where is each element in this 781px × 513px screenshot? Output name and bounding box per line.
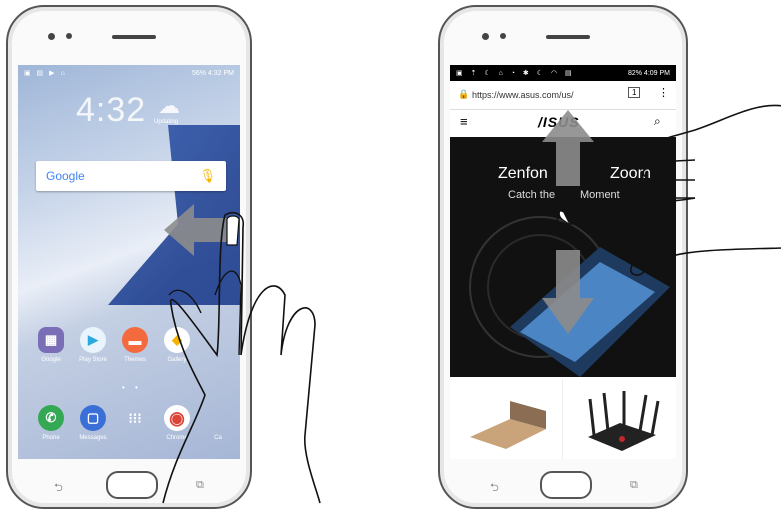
- app-label-messages: Messages: [79, 435, 107, 441]
- google-search-bar[interactable]: Google 🎙: [36, 161, 226, 191]
- app-icon-messages[interactable]: ▢: [80, 405, 106, 431]
- home-button[interactable]: [540, 471, 592, 499]
- app-label-phone: Phone: [42, 435, 60, 441]
- app-label-themes: Themes: [124, 357, 146, 363]
- app-icon-play-store[interactable]: ▶: [80, 327, 106, 353]
- status-icons-left: ▣ ▤ ▶ ⌂: [24, 70, 67, 77]
- recent-apps-icon[interactable]: ⧉: [630, 479, 638, 492]
- app-label-google: Google: [41, 357, 61, 363]
- app-icon-themes[interactable]: ▬: [122, 327, 148, 353]
- google-logo: Google: [46, 169, 85, 183]
- product-tile-laptop[interactable]: [450, 379, 563, 459]
- status-icons-left: ▣ ⇡ ☾ ⌂ ◔ ✱ ☾ ◠ ▤: [456, 70, 575, 77]
- sensor-icon: [66, 33, 72, 39]
- tab-switcher-button[interactable]: 1: [628, 87, 641, 98]
- menu-icon[interactable]: ⋮: [658, 86, 669, 99]
- mic-icon[interactable]: 🎙: [199, 168, 216, 184]
- router-icon: [588, 391, 660, 451]
- lock-icon: 🔒: [458, 89, 470, 99]
- clock-widget[interactable]: 4:32: [76, 91, 146, 130]
- earpiece: [546, 35, 590, 39]
- back-icon[interactable]: ⮌: [490, 479, 499, 498]
- back-icon[interactable]: ⮌: [54, 479, 63, 498]
- hand-swipe-left-icon: [162, 211, 321, 504]
- cloud-icon[interactable]: ☁: [158, 93, 180, 119]
- status-bar: ▣ ⇡ ☾ ⌂ ◔ ✱ ☾ ◠ ▤ 82% 4:09 PM: [450, 65, 676, 81]
- app-icon-phone[interactable]: ✆: [38, 405, 64, 431]
- home-button[interactable]: [106, 471, 158, 499]
- weather-status: Updating: [154, 119, 179, 125]
- app-label-play-store: Play Store: [79, 357, 107, 363]
- status-bar: ▣ ▤ ▶ ⌂ 56% 4:32 PM: [18, 65, 240, 81]
- front-camera-icon: [482, 33, 489, 40]
- page-indicator: • •: [122, 383, 142, 392]
- url-field[interactable]: https://www.asus.com/us/: [472, 90, 574, 100]
- app-drawer-icon[interactable]: ⁝⁝⁝: [122, 405, 148, 431]
- earpiece: [112, 35, 156, 39]
- hamburger-icon[interactable]: ≡: [460, 114, 468, 129]
- hand-scroll-icon: [556, 104, 781, 276]
- sensor-icon: [500, 33, 506, 39]
- front-camera-icon: [48, 33, 55, 40]
- product-tile-router[interactable]: [564, 379, 676, 459]
- status-icons-right: 56% 4:32 PM: [191, 69, 234, 77]
- app-icon-google[interactable]: ▦: [38, 327, 64, 353]
- laptop-icon: [470, 401, 546, 449]
- status-icons-right: 82% 4:09 PM: [627, 69, 670, 77]
